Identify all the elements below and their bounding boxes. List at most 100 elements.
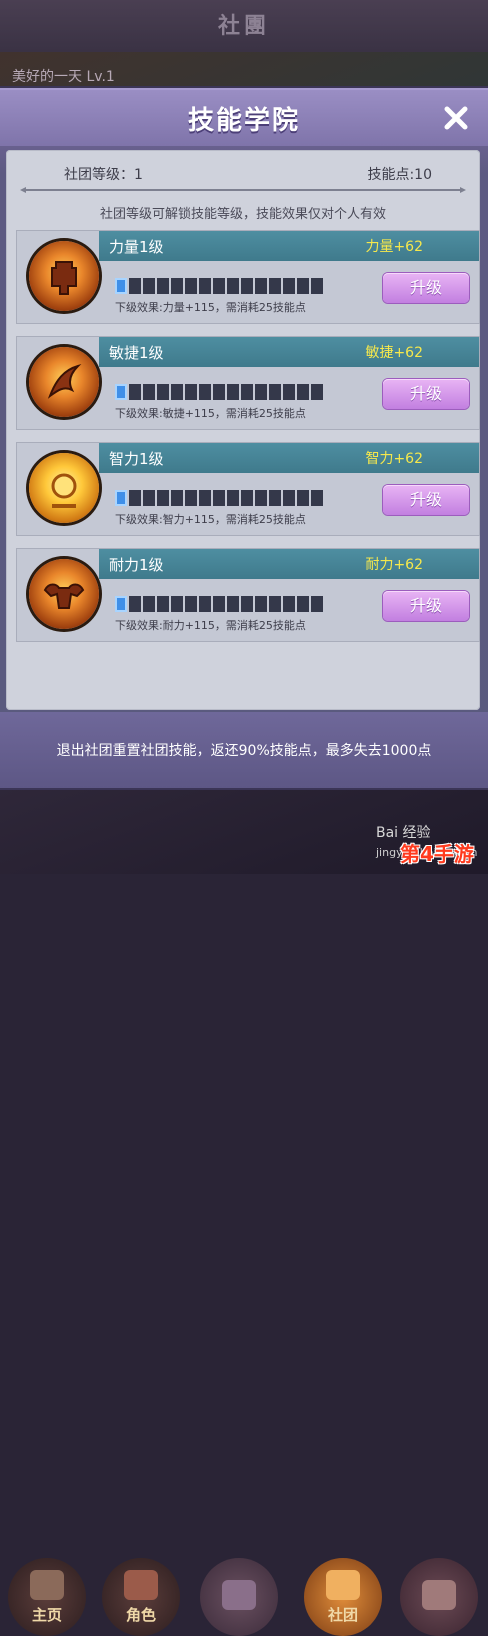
skill-card-intellect: 智力1级 智力+62 下级效果:智力+115，需消耗25技能点 升级	[16, 442, 480, 536]
skill-header: 力量1级 力量+62	[99, 231, 479, 261]
progress-segment	[283, 278, 295, 294]
crossed-swords-icon	[222, 1580, 256, 1610]
progress-segment	[227, 278, 239, 294]
progress-segment	[171, 278, 183, 294]
progress-segment	[185, 384, 197, 400]
next-level-effect: 下级效果:力量+115，需消耗25技能点	[115, 301, 306, 314]
progress-segment	[269, 278, 281, 294]
progress-segment	[311, 490, 323, 506]
skill-card-strength: 力量1级 力量+62 下级效果:力量+115，需消耗25技能点 升级	[16, 230, 480, 324]
next-level-effect: 下级效果:敏捷+115，需消耗25技能点	[115, 407, 306, 420]
skill-academy-modal: 技能学院 社团等级：1 技能点:10 社团等级可解锁技能等级，技能效果仅对个人有…	[0, 88, 488, 788]
progress-segment	[311, 596, 323, 612]
progress-segment	[199, 490, 211, 506]
skill-progress-bar	[115, 278, 323, 294]
progress-segment	[269, 596, 281, 612]
upgrade-button[interactable]: 升级	[383, 273, 469, 303]
skills-panel: 社团等级：1 技能点:10 社团等级可解锁技能等级，技能效果仅对个人有效 力量1…	[6, 150, 480, 710]
progress-segment	[185, 596, 197, 612]
nav-battle-button[interactable]	[200, 1558, 278, 1636]
intellect-icon	[29, 453, 99, 523]
upgrade-button[interactable]: 升级	[383, 379, 469, 409]
nav-guild-label: 社团	[327, 1605, 358, 1624]
progress-segment	[255, 596, 267, 612]
nav-guild-button[interactable]: 社团	[304, 1558, 382, 1636]
progress-segment	[143, 490, 155, 506]
skill-header: 智力1级 智力+62	[99, 443, 479, 473]
skill-card-agility: 敏捷1级 敏捷+62 下级效果:敏捷+115，需消耗25技能点 升级	[16, 336, 480, 430]
progress-segment	[199, 596, 211, 612]
progress-segment	[283, 384, 295, 400]
upgrade-button[interactable]: 升级	[383, 485, 469, 515]
progress-segment	[297, 278, 309, 294]
helmet-icon	[124, 1569, 158, 1600]
nav-home-label: 主页	[31, 1605, 62, 1624]
skill-name: 敏捷1级	[109, 344, 164, 362]
progress-segment	[199, 278, 211, 294]
close-icon	[444, 106, 468, 130]
progress-segment	[311, 384, 323, 400]
guild-level: 社团等级：1	[64, 167, 143, 183]
skill-bonus: 耐力+62	[365, 557, 423, 573]
progress-segment	[171, 596, 183, 612]
progress-segment	[283, 596, 295, 612]
home-icon	[30, 1569, 64, 1600]
next-level-effect: 下级效果:智力+115，需消耗25技能点	[115, 513, 306, 526]
progress-segment	[157, 278, 169, 294]
strength-icon	[29, 241, 99, 311]
progress-segment	[255, 278, 267, 294]
progress-segment	[283, 490, 295, 506]
nav-character-label: 角色	[125, 1605, 156, 1624]
progress-segment	[115, 490, 127, 506]
progress-segment	[157, 490, 169, 506]
progress-segment	[297, 596, 309, 612]
progress-segment	[297, 490, 309, 506]
skill-progress-bar	[115, 384, 323, 400]
progress-segment	[129, 490, 141, 506]
progress-segment	[129, 384, 141, 400]
progress-segment	[143, 384, 155, 400]
progress-segment	[115, 384, 127, 400]
modal-title: 技能学院	[187, 106, 300, 136]
progress-segment	[143, 596, 155, 612]
progress-segment	[115, 596, 127, 612]
progress-segment	[143, 278, 155, 294]
progress-segment	[157, 596, 169, 612]
skill-bonus: 敏捷+62	[365, 345, 423, 361]
next-level-effect: 下级效果:耐力+115，需消耗25技能点	[115, 619, 306, 632]
nav-book-button[interactable]	[400, 1558, 478, 1636]
close-button[interactable]	[438, 100, 474, 136]
progress-segment	[199, 384, 211, 400]
level-divider	[20, 187, 466, 193]
skill-progress-bar	[115, 596, 323, 612]
progress-segment	[269, 384, 281, 400]
nav-home-button[interactable]: 主页	[8, 1558, 86, 1636]
skill-points: 技能点:10	[367, 167, 432, 183]
progress-segment	[171, 384, 183, 400]
upgrade-button[interactable]: 升级	[383, 591, 469, 621]
progress-segment	[157, 384, 169, 400]
progress-segment	[297, 384, 309, 400]
nav-character-button[interactable]: 角色	[102, 1558, 180, 1636]
agility-icon	[29, 347, 99, 417]
progress-segment	[269, 490, 281, 506]
progress-segment	[129, 596, 141, 612]
progress-segment	[129, 278, 141, 294]
skill-bonus: 力量+62	[365, 239, 423, 255]
progress-segment	[255, 490, 267, 506]
level-row: 社团等级：1 技能点:10	[6, 164, 480, 186]
skill-name: 力量1级	[109, 238, 164, 256]
progress-segment	[227, 490, 239, 506]
progress-segment	[213, 278, 225, 294]
progress-segment	[241, 384, 253, 400]
progress-segment	[213, 384, 225, 400]
progress-segment	[227, 384, 239, 400]
skill-name: 耐力1级	[109, 556, 164, 574]
progress-segment	[241, 596, 253, 612]
progress-segment	[311, 278, 323, 294]
progress-segment	[171, 490, 183, 506]
skill-header: 耐力1级 耐力+62	[99, 549, 479, 579]
reset-warning: 退出社团重置社团技能，返还90%技能点，最多失去1000点	[56, 743, 432, 759]
progress-segment	[185, 278, 197, 294]
player-name-level: 美好的一天 Lv.1	[12, 69, 115, 85]
